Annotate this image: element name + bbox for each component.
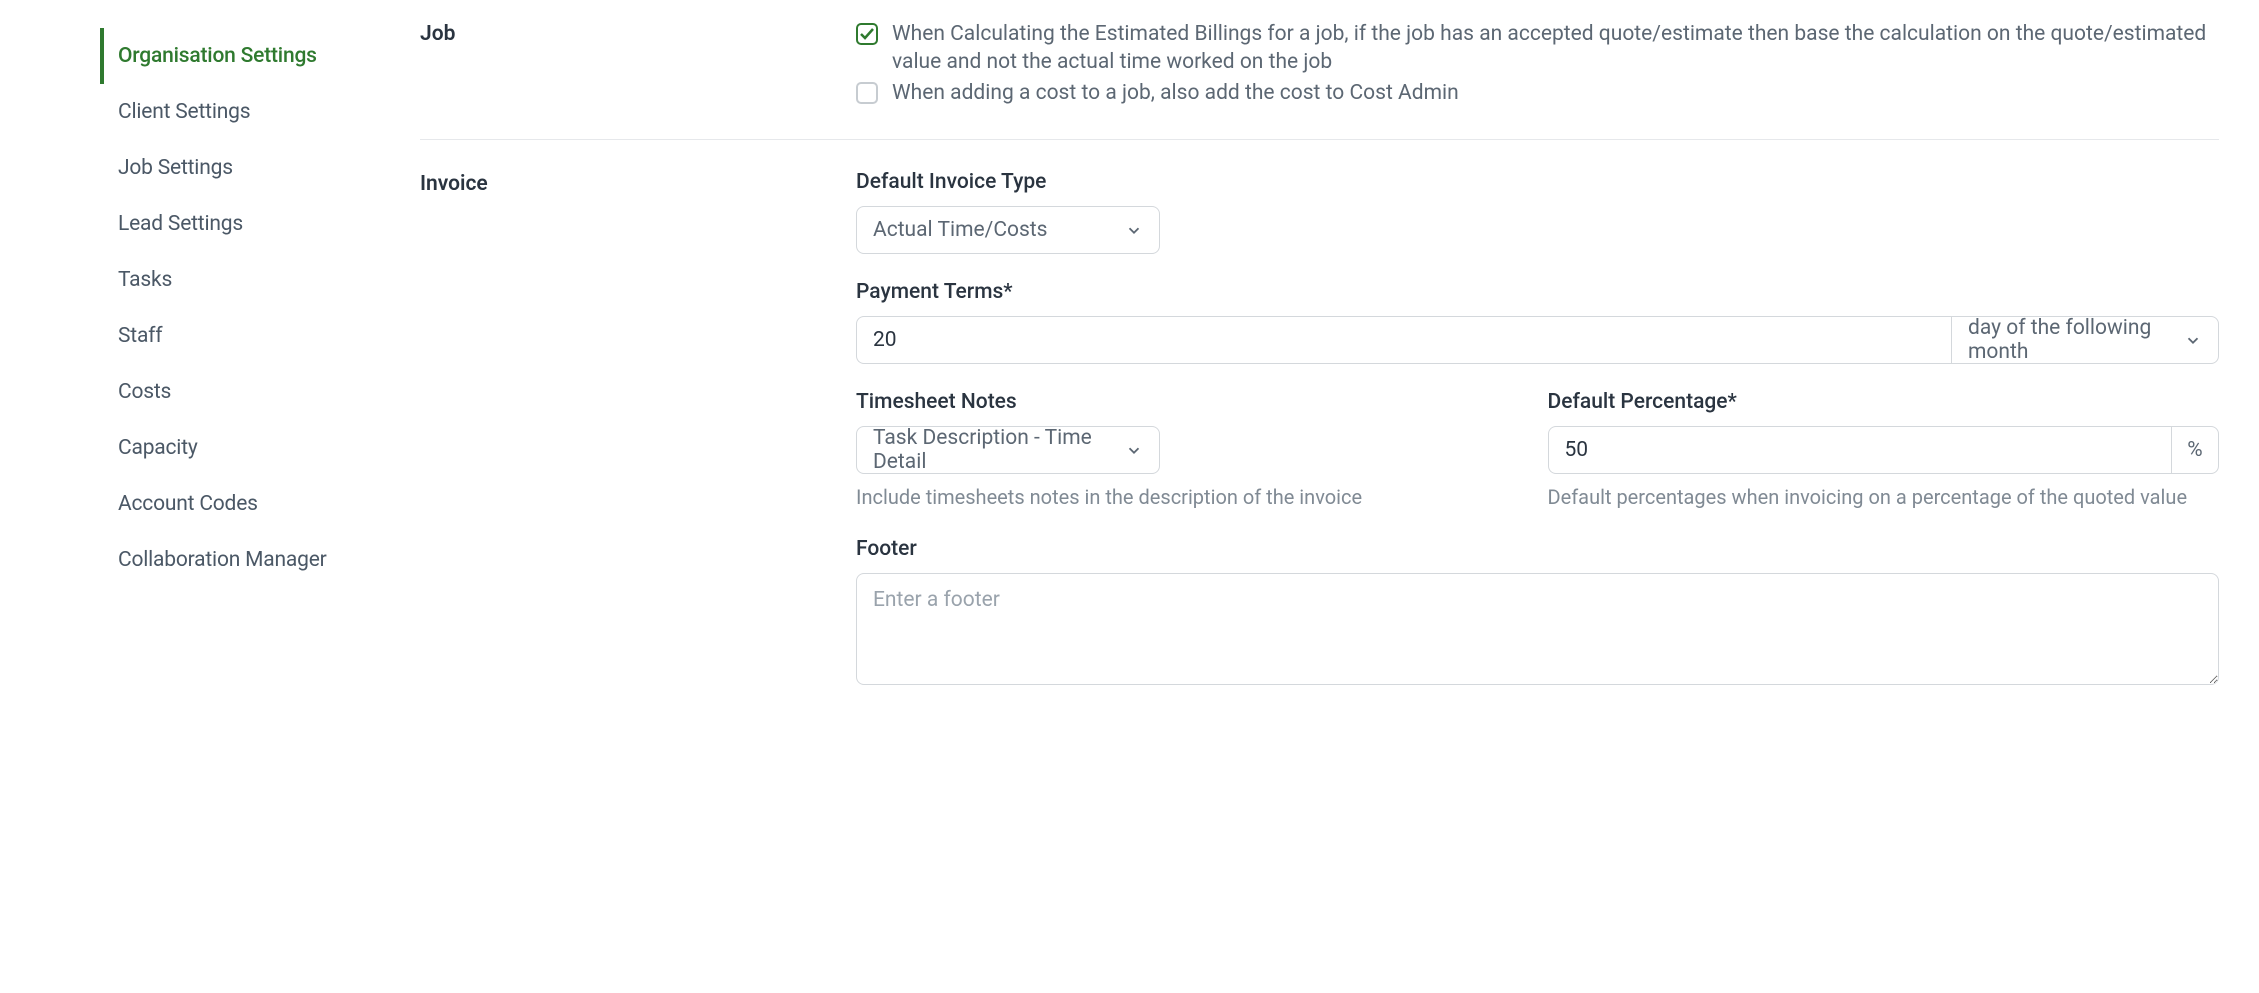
sidebar-item-staff[interactable]: Staff: [100, 308, 420, 364]
row-timesheet-percentage: Timesheet Notes Task Description - Time …: [856, 390, 2219, 537]
sidebar-item-label: Tasks: [118, 268, 172, 292]
sidebar-item-tasks[interactable]: Tasks: [100, 252, 420, 308]
checkbox-cost-admin[interactable]: [856, 82, 878, 104]
field-timesheet-notes: Timesheet Notes Task Description - Time …: [856, 390, 1528, 511]
textarea-footer[interactable]: [856, 573, 2219, 685]
settings-content: Job When Calculating the Estimated Billi…: [420, 20, 2259, 777]
sidebar-item-label: Client Settings: [118, 100, 250, 124]
checkbox-row-estimated-billings: When Calculating the Estimated Billings …: [856, 20, 2219, 77]
checkbox-row-cost-admin: When adding a cost to a job, also add th…: [856, 79, 2219, 107]
section-title-job: Job: [420, 20, 856, 109]
sidebar-item-label: Account Codes: [118, 492, 258, 516]
sidebar-item-client-settings[interactable]: Client Settings: [100, 84, 420, 140]
field-footer: Footer: [856, 537, 2219, 691]
sidebar-item-collaboration-manager[interactable]: Collaboration Manager: [100, 532, 420, 588]
select-timesheet-notes[interactable]: Task Description - Time Detail: [856, 426, 1160, 474]
select-value: day of the following month: [1968, 316, 2184, 364]
percent-input-row: %: [1548, 426, 2220, 474]
section-body-job: When Calculating the Estimated Billings …: [856, 20, 2219, 109]
select-payment-terms-unit[interactable]: day of the following month: [1951, 316, 2219, 364]
settings-sidebar: Organisation Settings Client Settings Jo…: [0, 20, 420, 777]
field-default-invoice-type: Default Invoice Type Actual Time/Costs: [856, 170, 2219, 254]
sidebar-item-organisation-settings[interactable]: Organisation Settings: [100, 28, 420, 84]
field-payment-terms: Payment Terms* day of the following mont…: [856, 280, 2219, 364]
field-help: Default percentages when invoicing on a …: [1548, 484, 2220, 511]
sidebar-item-label: Staff: [118, 324, 162, 348]
sidebar-item-label: Collaboration Manager: [118, 548, 327, 572]
payment-terms-row: day of the following month: [856, 316, 2219, 364]
chevron-down-icon: [1125, 441, 1143, 459]
field-label: Footer: [856, 537, 2219, 561]
settings-page: Organisation Settings Client Settings Jo…: [0, 0, 2259, 777]
section-invoice: Invoice Default Invoice Type Actual Time…: [420, 170, 2219, 747]
section-job: Job When Calculating the Estimated Billi…: [420, 20, 2219, 140]
sidebar-item-costs[interactable]: Costs: [100, 364, 420, 420]
checkbox-estimated-billings[interactable]: [856, 23, 878, 45]
field-label: Payment Terms*: [856, 280, 2219, 304]
sidebar-item-account-codes[interactable]: Account Codes: [100, 476, 420, 532]
sidebar-item-label: Lead Settings: [118, 212, 243, 236]
field-label: Default Percentage*: [1548, 390, 2220, 414]
input-payment-terms-days[interactable]: [856, 316, 1951, 364]
sidebar-item-job-settings[interactable]: Job Settings: [100, 140, 420, 196]
select-value: Task Description - Time Detail: [873, 426, 1125, 474]
chevron-down-icon: [1125, 221, 1143, 239]
section-title-invoice: Invoice: [420, 170, 856, 717]
percent-suffix: %: [2171, 426, 2219, 474]
checkbox-label: When Calculating the Estimated Billings …: [892, 20, 2219, 77]
sidebar-item-label: Capacity: [118, 436, 198, 460]
chevron-down-icon: [2184, 331, 2202, 349]
sidebar-item-lead-settings[interactable]: Lead Settings: [100, 196, 420, 252]
select-value: Actual Time/Costs: [873, 218, 1048, 242]
sidebar-item-capacity[interactable]: Capacity: [100, 420, 420, 476]
select-default-invoice-type[interactable]: Actual Time/Costs: [856, 206, 1160, 254]
check-icon: [859, 26, 875, 42]
sidebar-item-label: Job Settings: [118, 156, 233, 180]
field-help: Include timesheets notes in the descript…: [856, 484, 1528, 511]
field-label: Timesheet Notes: [856, 390, 1528, 414]
section-body-invoice: Default Invoice Type Actual Time/Costs P…: [856, 170, 2219, 717]
input-default-percentage[interactable]: [1548, 426, 2172, 474]
field-default-percentage: Default Percentage* % Default percentage…: [1548, 390, 2220, 511]
field-label: Default Invoice Type: [856, 170, 2219, 194]
checkbox-label: When adding a cost to a job, also add th…: [892, 79, 1459, 107]
sidebar-item-label: Organisation Settings: [118, 44, 317, 68]
sidebar-item-label: Costs: [118, 380, 171, 404]
